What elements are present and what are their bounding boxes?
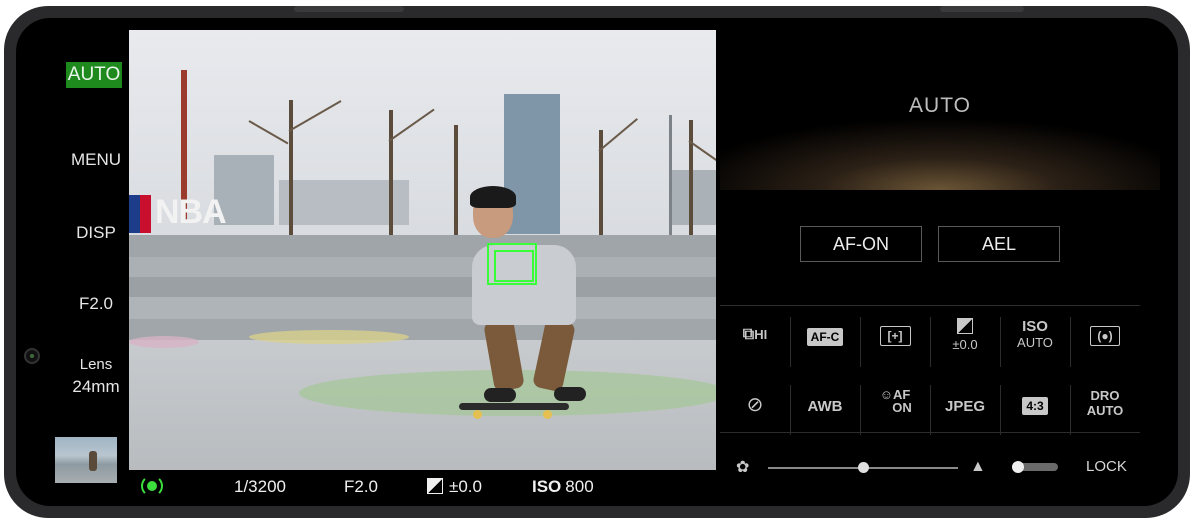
dro-icon: DRO [1090,388,1120,403]
drive-mode-label: HI [754,327,768,342]
exposure-status-bar: 1/3200 F2.0 ±0.0 ISO 800 [129,470,716,502]
zoom-slider-knob[interactable] [857,462,869,473]
awb-icon: AWB [807,398,843,415]
af-on-button[interactable]: AF-ON [800,226,922,262]
mode-dial-area[interactable]: AUTO [720,30,1160,190]
subject-shoe [554,387,586,401]
face-af-sub: ON [892,400,912,415]
focus-area-icon: [+] [879,326,911,346]
white-balance-setting[interactable]: AWB [790,380,860,440]
iso-setting-label: ISO [1022,318,1048,335]
thumbnail-subject [89,451,97,471]
skateboard [459,403,569,410]
live-indicator-icon [139,475,165,497]
exposure-comp-icon [427,478,443,494]
scene-step [129,235,716,257]
dro-sub: AUTO [1086,403,1124,418]
aspect-ratio-setting[interactable]: 4:3 [1000,380,1070,440]
landscape-icon: ▲ [970,458,986,475]
scene-step [129,257,716,277]
power-button [940,6,1024,12]
exposure-comp-value: ±0.0 [449,477,482,496]
scene-tree [389,110,393,240]
subject-hair [470,186,516,208]
iso-label: ISO [532,477,562,496]
live-indicator-dot [147,481,157,491]
zoom-row: ✿ ▲ LOCK [720,450,1160,486]
iso-readout: ISO 800 [532,477,594,497]
dro-setting[interactable]: DRO AUTO [1070,380,1140,440]
af-c-icon: AF-C [806,328,844,346]
scene-tree [289,100,293,250]
exposure-comp-setting[interactable]: ±0.0 [930,312,1000,372]
nba-sign: NBA [155,193,227,231]
scene-tree [454,125,458,240]
metering-setting[interactable]: (●) [1070,312,1140,372]
aperture-value: F2.0 [344,477,379,496]
right-control-panel: AUTO AF-ON AEL ⧉HI AF-C [+] ±0.0 ISO AUT… [720,30,1160,502]
file-format-setting[interactable]: JPEG [930,380,1000,440]
scene-step [129,319,716,340]
exposure-comp-setting-value: ±0.0 [952,337,978,352]
drive-mode-setting[interactable]: ⧉HI [720,312,790,372]
face-af-icon: ☺ [879,387,893,402]
scene-paint-patch [129,336,199,348]
shooting-mode-badge[interactable]: AUTO [66,62,122,88]
scene-step [129,277,716,297]
volume-button [294,6,404,12]
iso-setting-value: AUTO [1017,335,1053,350]
lock-label: LOCK [1086,458,1127,475]
iso-setting[interactable]: ISO AUTO [1000,312,1070,372]
iso-value: 800 [565,477,594,496]
scene-paint-patch [249,330,409,344]
skateboard-wheel [473,410,482,419]
focus-mode-setting[interactable]: AF-C [790,312,860,372]
scene-step [129,297,716,319]
front-camera-icon [24,348,40,364]
exposure-comp-readout: ±0.0 [427,477,482,497]
macro-icon: ✿ [736,459,750,476]
metering-icon: (●) [1090,326,1120,346]
lock-toggle-knob[interactable] [1012,461,1024,473]
mode-dial-label: AUTO [909,94,971,117]
focus-area-setting[interactable]: [+] [860,312,930,372]
viewfinder[interactable]: NBA [129,30,716,470]
last-photo-thumbnail[interactable] [55,437,117,483]
scene-sky [129,30,716,270]
subject-shoe [484,388,516,402]
flash-setting[interactable]: ⊘ [720,380,790,440]
shutter-speed: 1/3200 [234,477,286,496]
jpeg-icon: JPEG [944,398,986,415]
nba-logo [129,195,151,233]
face-eye-af-setting[interactable]: ☺AF ON [860,380,930,440]
exposure-comp-icon [957,318,973,334]
continuous-shot-icon: ⧉ [742,326,755,343]
focus-frame [487,243,537,285]
divider [720,432,1140,433]
flash-off-icon: ⊘ [746,394,764,416]
divider [720,305,1140,306]
aspect-ratio-icon: 4:3 [1022,397,1048,415]
scene-tree [689,120,693,240]
ael-button[interactable]: AEL [938,226,1060,262]
skateboard-wheel [543,410,552,419]
